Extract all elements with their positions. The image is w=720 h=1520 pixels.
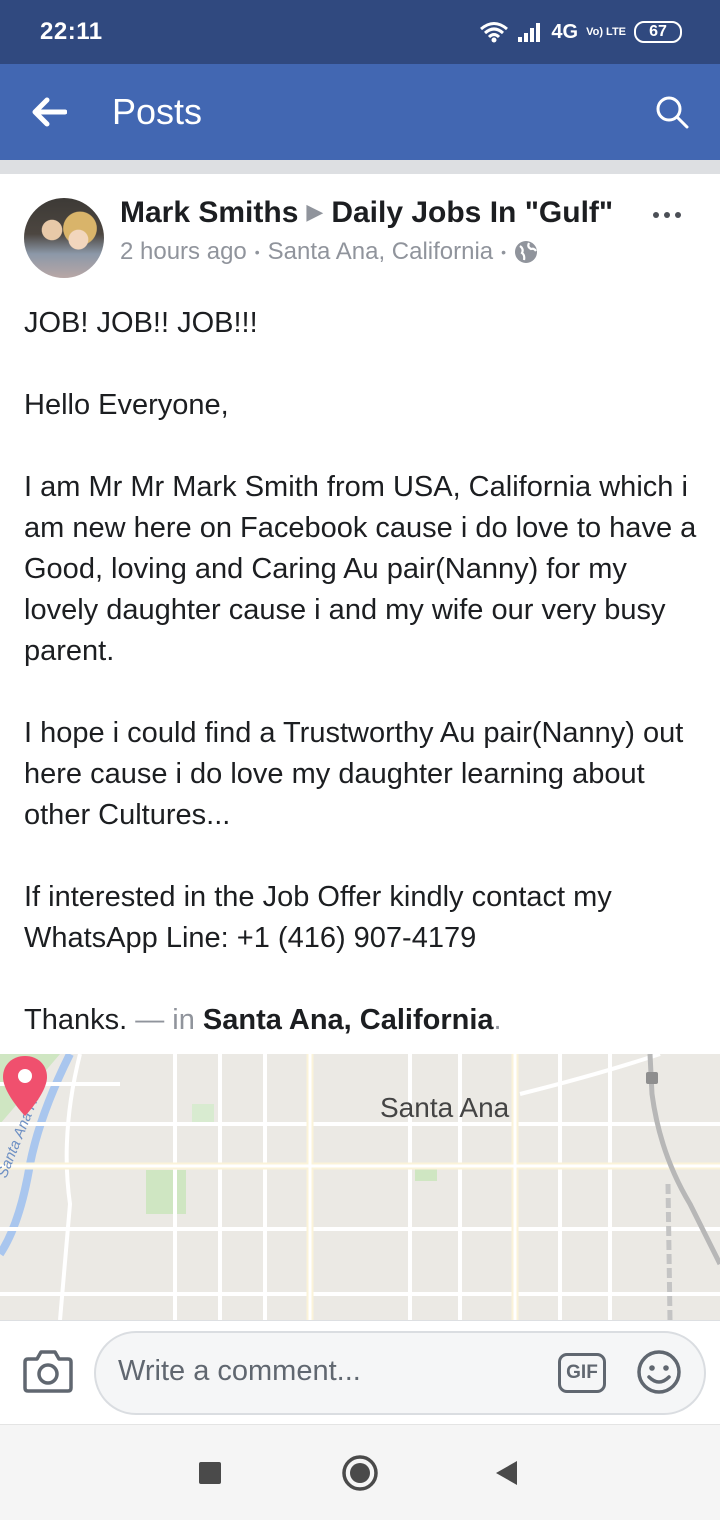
emoji-button[interactable] (636, 1349, 682, 1395)
avatar[interactable] (24, 198, 104, 278)
wifi-icon (480, 22, 509, 43)
author-name[interactable]: Mark Smiths (120, 196, 298, 229)
camera-button[interactable] (22, 1347, 74, 1395)
more-dot (664, 212, 670, 218)
status-bar: 22:11 4G Vo) LTE 67 (0, 0, 720, 64)
post-signoff: Thanks. — in Santa Ana, California. (24, 1000, 700, 1041)
more-dot (675, 212, 681, 218)
post-headline: JOB! JOB!! JOB!!! (24, 307, 258, 339)
home-button[interactable] (340, 1453, 380, 1493)
post-time[interactable]: 2 hours ago (120, 238, 247, 266)
post-paragraph-2: I hope i could find a Trustworthy Au pai… (24, 717, 684, 831)
map-streets (0, 1054, 720, 1320)
system-nav-bar (0, 1424, 720, 1520)
search-icon (656, 96, 689, 129)
post-greeting: Hello Everyone, (24, 389, 229, 421)
group-name[interactable]: Daily Jobs In "Gulf" (331, 196, 613, 229)
map-pin-icon (3, 1056, 47, 1116)
triangle-back-icon (496, 1461, 517, 1485)
search-button[interactable] (624, 64, 720, 160)
square-icon (199, 1462, 221, 1484)
recents-button[interactable] (190, 1453, 230, 1493)
location-map[interactable]: Santa Ana Santa Ana River (0, 1054, 720, 1320)
network-type: 4G (551, 20, 579, 43)
circle-icon (342, 1455, 378, 1491)
system-back-button[interactable] (486, 1453, 526, 1493)
post-paragraph-1: I am Mr Mr Mark Smith from USA, Californ… (24, 471, 697, 667)
more-options-button[interactable] (650, 200, 684, 230)
status-time: 22:11 (40, 18, 103, 45)
in-prefix: — in (127, 1004, 203, 1036)
tagged-location[interactable]: Santa Ana, California (203, 1004, 494, 1036)
comment-input[interactable]: Write a comment... GIF (94, 1331, 706, 1415)
more-options-icon (653, 212, 659, 218)
map-city-label: Santa Ana (380, 1092, 510, 1123)
battery-indicator: 67 (634, 21, 682, 43)
camera-icon (23, 1350, 73, 1393)
post-header: Mark Smiths ▶ Daily Jobs In "Gulf" 2 hours… (0, 174, 720, 284)
page-title: Posts (112, 91, 203, 132)
back-button[interactable] (0, 64, 112, 160)
comment-placeholder: Write a comment... (118, 1355, 361, 1387)
in-suffix: . (493, 1004, 502, 1036)
volte-badge: Vo) LTE (586, 25, 626, 38)
dot-separator: • (501, 244, 507, 260)
emoji-icon (637, 1350, 681, 1394)
arrow-right-icon: ▶ (306, 199, 324, 224)
dot-separator: • (254, 244, 260, 260)
post-meta: Mark Smiths ▶ Daily Jobs In "Gulf" 2 hours… (120, 196, 640, 266)
post-subline: 2 hours ago • Santa Ana, California • (120, 238, 640, 266)
arrow-left-icon (32, 97, 67, 127)
author-line: Mark Smiths ▶ Daily Jobs In "Gulf" (120, 196, 640, 230)
post-paragraph-3: If interested in the Job Offer kindly co… (24, 881, 612, 954)
status-icons: 4G Vo) LTE 67 (479, 21, 682, 44)
comment-bar: Write a comment... GIF (0, 1320, 720, 1424)
feed-divider (0, 160, 720, 174)
gif-button[interactable]: GIF (558, 1353, 606, 1393)
post-body: JOB! JOB!! JOB!!! Hello Everyone, I am M… (24, 303, 700, 1041)
post-location[interactable]: Santa Ana, California (268, 238, 493, 266)
globe-icon (515, 241, 538, 263)
signal-icon (518, 23, 541, 42)
app-bar: Posts (0, 64, 720, 160)
post-thanks: Thanks. (24, 1004, 128, 1036)
